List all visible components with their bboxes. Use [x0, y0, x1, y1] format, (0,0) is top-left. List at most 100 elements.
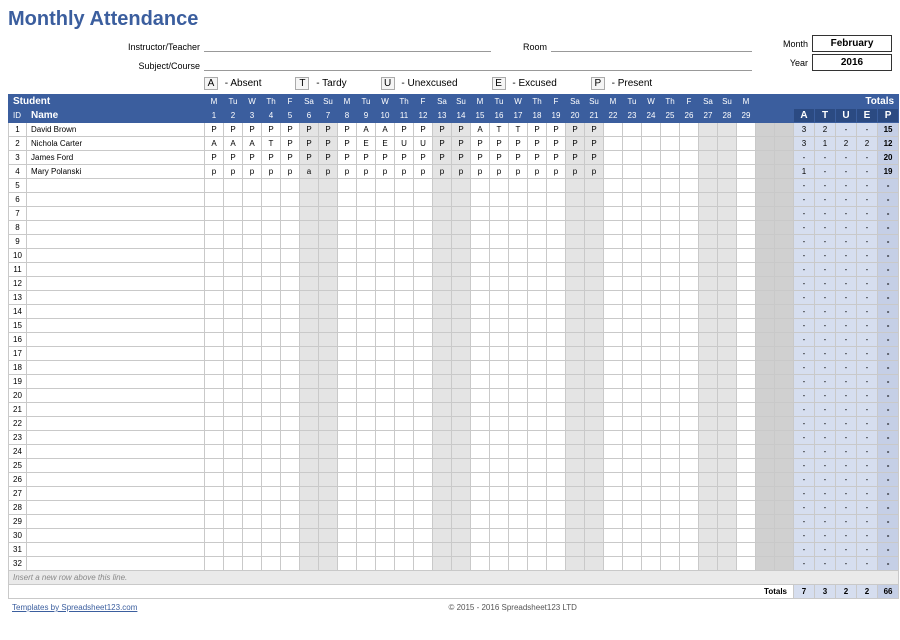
attendance-cell[interactable] [547, 459, 566, 473]
attendance-cell[interactable] [509, 529, 528, 543]
attendance-cell[interactable] [224, 305, 243, 319]
attendance-cell[interactable] [300, 459, 319, 473]
attendance-cell[interactable] [509, 277, 528, 291]
attendance-cell[interactable] [319, 417, 338, 431]
attendance-cell[interactable] [471, 403, 490, 417]
attendance-cell[interactable] [224, 431, 243, 445]
attendance-cell[interactable] [642, 459, 661, 473]
attendance-cell[interactable] [205, 487, 224, 501]
attendance-cell[interactable] [604, 557, 623, 571]
attendance-cell[interactable] [661, 151, 680, 165]
attendance-cell[interactable] [262, 305, 281, 319]
attendance-cell[interactable] [718, 557, 737, 571]
attendance-cell[interactable] [224, 319, 243, 333]
attendance-cell[interactable] [395, 375, 414, 389]
attendance-cell[interactable] [452, 277, 471, 291]
attendance-cell[interactable] [262, 473, 281, 487]
attendance-cell[interactable] [262, 389, 281, 403]
attendance-cell[interactable] [243, 459, 262, 473]
attendance-cell[interactable] [262, 277, 281, 291]
attendance-cell[interactable] [433, 221, 452, 235]
attendance-cell[interactable] [566, 193, 585, 207]
attendance-cell[interactable] [718, 501, 737, 515]
attendance-cell[interactable] [338, 207, 357, 221]
attendance-cell[interactable] [205, 319, 224, 333]
attendance-cell[interactable] [737, 417, 756, 431]
attendance-cell[interactable] [243, 501, 262, 515]
attendance-cell[interactable] [300, 389, 319, 403]
attendance-cell[interactable] [718, 389, 737, 403]
attendance-cell[interactable] [224, 263, 243, 277]
attendance-cell[interactable] [604, 431, 623, 445]
attendance-cell[interactable] [528, 431, 547, 445]
attendance-cell[interactable] [224, 459, 243, 473]
attendance-cell[interactable]: P [509, 137, 528, 151]
attendance-cell[interactable] [243, 557, 262, 571]
attendance-cell[interactable] [205, 235, 224, 249]
attendance-cell[interactable]: P [205, 151, 224, 165]
attendance-cell[interactable] [452, 333, 471, 347]
attendance-cell[interactable]: P [243, 151, 262, 165]
attendance-cell[interactable] [490, 249, 509, 263]
attendance-cell[interactable] [452, 473, 471, 487]
attendance-cell[interactable]: P [566, 137, 585, 151]
attendance-cell[interactable] [585, 473, 604, 487]
attendance-cell[interactable] [699, 277, 718, 291]
attendance-cell[interactable] [338, 361, 357, 375]
attendance-cell[interactable] [319, 277, 338, 291]
attendance-cell[interactable] [566, 277, 585, 291]
attendance-cell[interactable] [661, 389, 680, 403]
attendance-cell[interactable] [338, 347, 357, 361]
attendance-cell[interactable] [300, 473, 319, 487]
attendance-cell[interactable] [243, 263, 262, 277]
attendance-cell[interactable]: p [281, 165, 300, 179]
attendance-cell[interactable] [224, 473, 243, 487]
attendance-cell[interactable] [357, 543, 376, 557]
attendance-cell[interactable] [205, 529, 224, 543]
attendance-cell[interactable] [224, 557, 243, 571]
attendance-cell[interactable] [737, 333, 756, 347]
attendance-cell[interactable] [319, 473, 338, 487]
attendance-cell[interactable] [718, 473, 737, 487]
attendance-cell[interactable] [604, 473, 623, 487]
attendance-cell[interactable] [471, 487, 490, 501]
attendance-cell[interactable] [300, 179, 319, 193]
attendance-cell[interactable] [281, 501, 300, 515]
attendance-cell[interactable]: P [471, 137, 490, 151]
attendance-cell[interactable] [395, 193, 414, 207]
attendance-cell[interactable] [281, 235, 300, 249]
attendance-cell[interactable] [566, 445, 585, 459]
attendance-cell[interactable] [243, 249, 262, 263]
attendance-cell[interactable]: p [243, 165, 262, 179]
attendance-cell[interactable] [376, 291, 395, 305]
attendance-cell[interactable] [319, 305, 338, 319]
attendance-cell[interactable] [604, 305, 623, 319]
attendance-cell[interactable] [338, 305, 357, 319]
attendance-cell[interactable] [414, 375, 433, 389]
attendance-cell[interactable] [243, 515, 262, 529]
attendance-cell[interactable] [680, 347, 699, 361]
attendance-cell[interactable] [604, 445, 623, 459]
attendance-cell[interactable] [376, 193, 395, 207]
attendance-cell[interactable] [376, 445, 395, 459]
attendance-cell[interactable] [319, 333, 338, 347]
attendance-cell[interactable] [604, 207, 623, 221]
attendance-cell[interactable] [680, 333, 699, 347]
attendance-cell[interactable] [528, 193, 547, 207]
attendance-cell[interactable] [718, 263, 737, 277]
attendance-cell[interactable] [642, 137, 661, 151]
attendance-cell[interactable]: P [490, 151, 509, 165]
attendance-cell[interactable] [642, 193, 661, 207]
attendance-cell[interactable] [414, 319, 433, 333]
attendance-cell[interactable] [224, 277, 243, 291]
attendance-cell[interactable]: P [376, 151, 395, 165]
attendance-cell[interactable] [642, 235, 661, 249]
attendance-cell[interactable]: E [357, 137, 376, 151]
attendance-cell[interactable] [300, 277, 319, 291]
attendance-cell[interactable] [718, 375, 737, 389]
attendance-cell[interactable] [433, 403, 452, 417]
attendance-cell[interactable] [528, 543, 547, 557]
attendance-cell[interactable] [471, 277, 490, 291]
attendance-cell[interactable] [623, 361, 642, 375]
attendance-cell[interactable] [566, 179, 585, 193]
